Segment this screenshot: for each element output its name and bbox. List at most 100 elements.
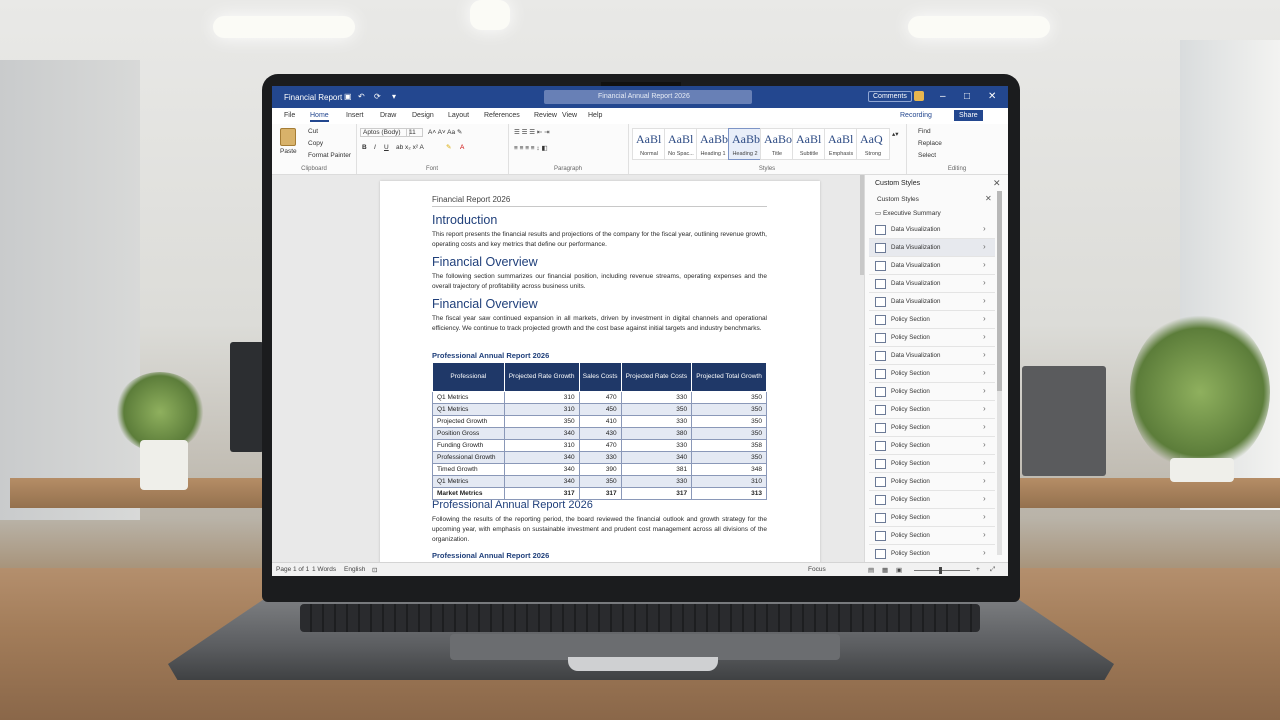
minimize-icon[interactable]: – xyxy=(940,91,946,102)
pane-item[interactable]: Policy Section › xyxy=(869,491,995,509)
pane-item[interactable]: Data Visualization › xyxy=(869,257,995,275)
pane-item[interactable]: Policy Section › xyxy=(869,401,995,419)
chevron-right-icon[interactable]: › xyxy=(983,458,986,467)
chevron-right-icon[interactable]: › xyxy=(983,296,986,305)
close-icon[interactable]: ✕ xyxy=(985,194,992,203)
styles-more-icon[interactable]: ▴▾ xyxy=(892,130,899,138)
italic-icon[interactable]: I xyxy=(374,144,376,151)
chevron-right-icon[interactable]: › xyxy=(983,386,986,395)
chevron-right-icon[interactable]: › xyxy=(983,422,986,431)
pane-item[interactable]: Policy Section › xyxy=(869,545,995,563)
maximize-icon[interactable]: □ xyxy=(964,91,970,102)
read-mode-icon[interactable]: ▤ xyxy=(868,566,874,574)
share-button[interactable]: Share xyxy=(954,110,983,121)
align-icon[interactable]: ≡ ≡ ≡ ≡ ↕ ◧ xyxy=(514,144,548,152)
style-tile[interactable]: AaBb Heading 1 xyxy=(696,128,730,160)
focus-button[interactable]: Focus xyxy=(808,566,826,573)
tab-references[interactable]: References xyxy=(484,112,520,119)
underline-icon[interactable]: U xyxy=(384,144,389,151)
replace-button[interactable]: Replace xyxy=(918,140,942,147)
chevron-right-icon[interactable]: › xyxy=(983,440,986,449)
pane-item[interactable]: Policy Section › xyxy=(869,329,995,347)
redo-icon[interactable]: ⟳ xyxy=(374,92,381,101)
highlight-icon[interactable]: ✎ xyxy=(446,143,451,151)
grow-font-icon[interactable]: A˄ A˅ Aa ✎ xyxy=(428,128,462,136)
cut-button[interactable]: Cut xyxy=(308,128,318,135)
style-tile[interactable]: AaBo Title xyxy=(760,128,794,160)
tab-insert[interactable]: Insert xyxy=(346,112,364,119)
style-tile[interactable]: AaBl No Spac... xyxy=(664,128,698,160)
comments-button[interactable]: Comments xyxy=(868,91,912,102)
style-tile[interactable]: AaBl Emphasis xyxy=(824,128,858,160)
recording-button[interactable]: Recording xyxy=(900,112,932,119)
tab-file[interactable]: File xyxy=(284,112,295,119)
style-tile[interactable]: AaBl Normal xyxy=(632,128,666,160)
style-tile[interactable]: AaQ Strong xyxy=(856,128,890,160)
paste-label[interactable]: Paste xyxy=(280,148,297,155)
customize-icon[interactable]: ▾ xyxy=(392,92,396,101)
pane-scrollbar[interactable] xyxy=(997,191,1002,555)
chevron-right-icon[interactable]: › xyxy=(983,368,986,377)
word-count[interactable]: 1 Words xyxy=(312,566,336,573)
chevron-right-icon[interactable]: › xyxy=(983,512,986,521)
chevron-right-icon[interactable]: › xyxy=(983,314,986,323)
tab-view[interactable]: View xyxy=(562,112,577,119)
tab-home[interactable]: Home xyxy=(310,112,329,122)
font-name-select[interactable]: Aptos (Body) xyxy=(360,128,410,137)
web-layout-icon[interactable]: ▣ xyxy=(896,566,902,574)
font-size-select[interactable]: 11 xyxy=(406,128,423,137)
pane-item[interactable]: Data Visualization › xyxy=(869,275,995,293)
chevron-right-icon[interactable]: › xyxy=(983,494,986,503)
format-painter-button[interactable]: Format Painter xyxy=(308,152,351,159)
language[interactable]: English xyxy=(344,566,365,573)
account-icon[interactable] xyxy=(914,91,924,101)
style-tile[interactable]: AaBl Subtitle xyxy=(792,128,826,160)
pane-item[interactable]: Data Visualization › xyxy=(869,221,995,239)
chevron-right-icon[interactable]: › xyxy=(983,548,986,557)
tab-review[interactable]: Review xyxy=(534,112,557,119)
close-icon[interactable]: ✕ xyxy=(993,178,1001,189)
pane-item[interactable]: Policy Section › xyxy=(869,473,995,491)
style-tile[interactable]: AaBb Heading 2 xyxy=(728,128,762,160)
copy-button[interactable]: Copy xyxy=(308,140,323,147)
pane-item[interactable]: Policy Section › xyxy=(869,437,995,455)
find-button[interactable]: Find xyxy=(918,128,931,135)
document-page[interactable]: Financial Report 2026 Introduction This … xyxy=(380,181,820,571)
zoom-thumb[interactable] xyxy=(939,567,943,574)
chevron-right-icon[interactable]: › xyxy=(983,278,986,287)
print-layout-icon[interactable]: ▦ xyxy=(882,566,888,574)
pane-item[interactable]: Data Visualization › xyxy=(869,293,995,311)
font-effects-icon[interactable]: ab x₂ x² A xyxy=(396,144,424,151)
chevron-right-icon[interactable]: › xyxy=(983,224,986,233)
pane-item[interactable]: Policy Section › xyxy=(869,383,995,401)
font-color-icon[interactable]: A xyxy=(460,144,464,151)
page-count[interactable]: Page 1 of 1 xyxy=(276,566,309,573)
undo-icon[interactable]: ↶ xyxy=(358,92,365,101)
chevron-right-icon[interactable]: › xyxy=(983,260,986,269)
chevron-right-icon[interactable]: › xyxy=(983,350,986,359)
pane-item[interactable]: Policy Section › xyxy=(869,365,995,383)
tab-draw[interactable]: Draw xyxy=(380,112,396,119)
paste-icon[interactable] xyxy=(280,128,296,146)
search-box[interactable]: Financial Annual Report 2026 xyxy=(544,90,752,104)
bullets-icon[interactable]: ☰ ☰ ☰ ⇤ ⇥ xyxy=(514,128,550,136)
pane-item-executive-summary[interactable]: ▭ Executive Summary xyxy=(875,209,941,217)
tab-help[interactable]: Help xyxy=(588,112,602,119)
select-button[interactable]: Select xyxy=(918,152,936,159)
tab-layout[interactable]: Layout xyxy=(448,112,469,119)
pane-item[interactable]: Policy Section › xyxy=(869,311,995,329)
chevron-right-icon[interactable]: › xyxy=(983,530,986,539)
close-icon[interactable]: ✕ xyxy=(988,91,996,102)
pane-item[interactable]: Data Visualization › xyxy=(869,347,995,365)
pane-item[interactable]: Policy Section › xyxy=(869,509,995,527)
save-icon[interactable]: ▣ xyxy=(344,92,352,101)
scroll-thumb[interactable] xyxy=(997,191,1002,391)
chevron-right-icon[interactable]: › xyxy=(983,476,986,485)
zoom-in-icon[interactable]: + xyxy=(976,566,980,573)
chevron-right-icon[interactable]: › xyxy=(983,404,986,413)
chevron-right-icon[interactable]: › xyxy=(983,242,986,251)
pane-item[interactable]: Policy Section › xyxy=(869,527,995,545)
fit-icon[interactable]: ⤢ xyxy=(990,566,995,574)
pane-item[interactable]: Data Visualization › xyxy=(869,239,995,257)
pane-item[interactable]: Policy Section › xyxy=(869,419,995,437)
